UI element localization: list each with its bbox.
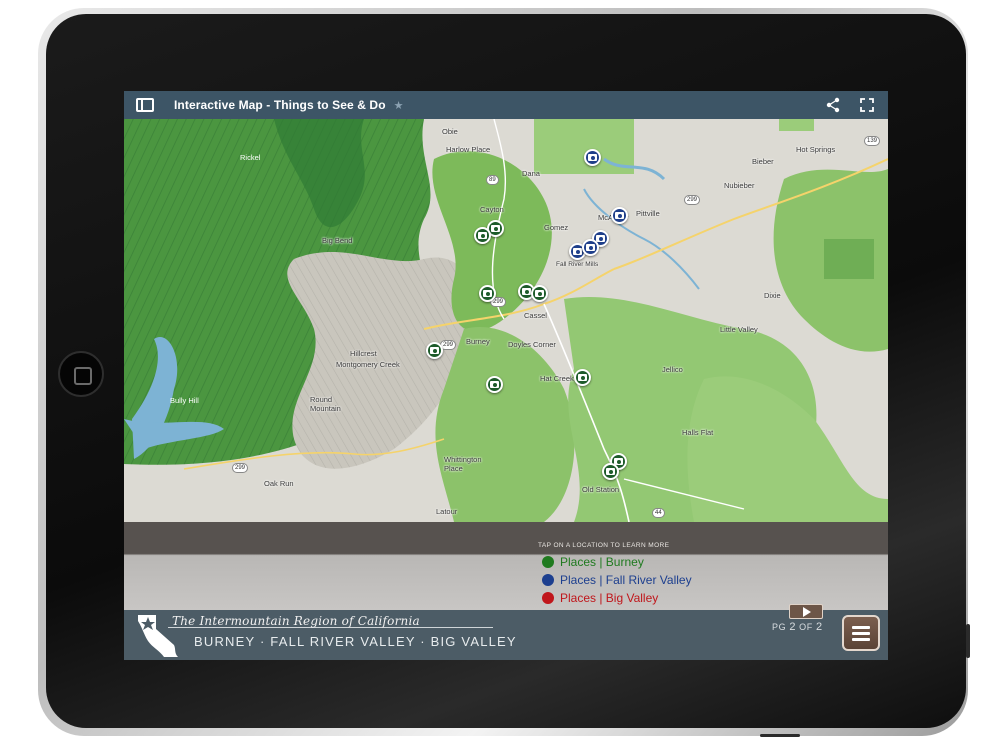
bottom-button: [760, 734, 800, 737]
page-indicator: PG 2 OF 2: [772, 621, 823, 633]
page-title: Interactive Map - Things to See & Do: [174, 98, 386, 112]
map-label-montgomery-creek: Montgomery Creek: [336, 360, 400, 369]
map-label-burney: Burney: [466, 337, 490, 346]
page-current: 2: [789, 621, 797, 633]
page-prefix: PG: [772, 622, 787, 632]
camera-icon: [578, 374, 587, 381]
camera-icon: [588, 154, 597, 161]
home-button[interactable]: [58, 351, 104, 397]
legend-item-burney[interactable]: Places | Burney: [542, 555, 644, 569]
map-label-hot-springs: Hot Springs: [796, 145, 836, 154]
next-page-button[interactable]: [789, 604, 823, 619]
share-icon[interactable]: [826, 97, 840, 113]
map-label-hillcrest: Hillcrest: [350, 349, 377, 358]
highway-shield-44: 44: [652, 508, 665, 518]
map-label-cassel: Cassel: [524, 311, 547, 320]
map-label-hat-creek: Hat Creek: [540, 374, 574, 383]
map-label-whittington-place: Whittington Place: [444, 455, 482, 473]
camera-icon: [491, 225, 500, 232]
map-label-halls-flat: Halls Flat: [682, 428, 714, 437]
legend-label: Places | Big Valley: [560, 591, 659, 605]
camera-icon: [483, 290, 492, 297]
legend-dot-green: [542, 556, 554, 568]
highway-shield-299: 299: [232, 463, 249, 473]
map-label-gomez: Gomez: [544, 223, 569, 232]
camera-icon: [490, 381, 499, 388]
page-of: OF: [799, 622, 813, 632]
map-label-pittville: Pittville: [636, 209, 660, 218]
title-bar: Interactive Map - Things to See & Do ★: [124, 91, 888, 119]
brand-script-title: The Intermountain Region of California: [172, 614, 420, 628]
camera-icon: [596, 235, 605, 242]
volume-button: [966, 624, 970, 658]
legend-hint: TAP ON A LOCATION TO LEARN MORE: [538, 542, 670, 549]
camera-icon: [522, 288, 531, 295]
camera-icon: [430, 347, 439, 354]
map-pin-burney[interactable]: [602, 463, 619, 480]
legend-label: Places | Burney: [560, 555, 644, 569]
map-label-bully-hill: Bully Hill: [170, 396, 199, 405]
map-label-fall-river-mills: Fall River Mills: [556, 261, 599, 268]
menu-icon-bar: [852, 637, 870, 641]
map-label-oak-run: Oak Run: [264, 479, 294, 488]
map-pin-fall-river-valley[interactable]: [611, 207, 628, 224]
terrain-map[interactable]: Obie Harlow Place Rickel Dana Bieber Hot…: [124, 119, 888, 522]
brand-towns: BURNEY · FALL RIVER VALLEY · BIG VALLEY: [194, 634, 517, 649]
camera-icon: [615, 212, 624, 219]
app-screen: Interactive Map - Things to See & Do ★ O…: [124, 91, 888, 660]
map-label-dixie: Dixie: [764, 291, 781, 300]
camera-icon: [535, 290, 544, 297]
map-pin-burney[interactable]: [474, 227, 491, 244]
map-label-nubieber: Nubieber: [724, 181, 755, 190]
legend-panel: [124, 522, 888, 610]
highway-shield-89: 89: [486, 175, 499, 185]
map-pin-fall-river-valley[interactable]: [584, 149, 601, 166]
footer-bar: The Intermountain Region of California B…: [124, 604, 888, 660]
legend-item-big-valley[interactable]: Places | Big Valley: [542, 591, 658, 605]
legend-dot-red: [542, 592, 554, 604]
map-label-latour: Latour: [436, 507, 458, 516]
map-pin-burney[interactable]: [531, 285, 548, 302]
map-pin-burney[interactable]: [486, 376, 503, 393]
camera-icon: [573, 248, 582, 255]
menu-icon-bar: [852, 625, 870, 629]
map-label-doyles-corner: Doyles Corner: [508, 340, 556, 349]
map-label-round-mountain: Round Mountain: [310, 395, 341, 413]
map-label-big-bend: Big Bend: [322, 236, 353, 245]
menu-icon-bar: [852, 631, 870, 635]
camera-icon: [586, 244, 595, 251]
map-pin-fall-river-valley[interactable]: [582, 239, 599, 256]
map-label-bieber: Bieber: [752, 157, 774, 166]
map-label-cayton: Cayton: [480, 205, 504, 214]
map-terrain-layer: [124, 119, 888, 522]
map-pin-burney[interactable]: [574, 369, 591, 386]
highway-shield-139: 139: [864, 136, 881, 146]
map-label-harlow-place: Harlow Place: [446, 145, 491, 154]
sidebar-toggle-icon[interactable]: [136, 98, 154, 112]
map-label-jellico: Jellico: [662, 365, 683, 374]
map-pin-burney[interactable]: [479, 285, 496, 302]
fullscreen-icon[interactable]: [860, 98, 874, 112]
highway-shield-299: 299: [684, 195, 701, 205]
map-label-little-valley: Little Valley: [720, 325, 758, 334]
map-label-dana: Dana: [522, 169, 540, 178]
map-pin-burney[interactable]: [426, 342, 443, 359]
legend-dot-blue: [542, 574, 554, 586]
map-label-rickel: Rickel: [240, 153, 261, 162]
camera-icon: [606, 468, 615, 475]
star-icon[interactable]: ★: [394, 99, 404, 112]
map-label-old-station: Old Station: [582, 485, 620, 494]
legend-label: Places | Fall River Valley: [560, 573, 692, 587]
menu-button[interactable]: [842, 615, 880, 651]
page-total: 2: [815, 621, 823, 633]
map-label-obie: Obie: [442, 127, 458, 136]
camera-icon: [478, 232, 487, 239]
legend-item-fall-river-valley[interactable]: Places | Fall River Valley: [542, 573, 692, 587]
